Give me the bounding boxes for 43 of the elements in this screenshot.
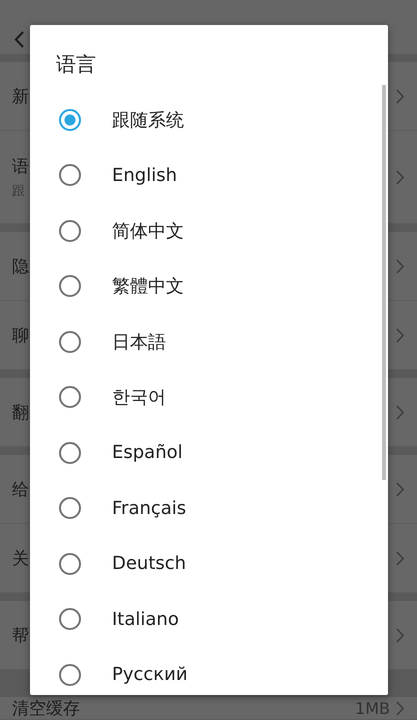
chevron-icon — [396, 258, 405, 274]
chevron-icon — [396, 404, 405, 420]
row-label: 新 — [12, 86, 29, 108]
radio-button[interactable] — [59, 275, 81, 298]
option-label[interactable]: 繁體中文 — [112, 274, 184, 298]
row-label: 隐 — [12, 256, 29, 278]
radio-button[interactable] — [59, 220, 81, 242]
chevron-icon — [396, 700, 405, 716]
option-label[interactable]: 跟随系统 — [112, 108, 184, 132]
radio-button[interactable] — [59, 608, 81, 630]
radio-button[interactable] — [59, 108, 81, 131]
chevron-icon — [396, 170, 405, 184]
row-label: 翻 — [12, 402, 29, 424]
row-label: 清空缓存 — [12, 698, 80, 720]
radio-button[interactable] — [59, 164, 81, 186]
option-label[interactable]: Español — [112, 442, 183, 464]
radio-button[interactable] — [59, 386, 81, 408]
radio-button[interactable] — [59, 442, 81, 464]
radio-button[interactable] — [59, 330, 81, 353]
row-label: 帮 — [12, 624, 29, 646]
radio-button[interactable] — [59, 664, 81, 686]
back-icon[interactable] — [14, 31, 24, 48]
option-label[interactable]: English — [112, 164, 177, 186]
option-label[interactable]: Français — [112, 498, 186, 519]
option-label[interactable]: Русский — [112, 664, 188, 686]
scrollbar[interactable] — [382, 85, 386, 480]
row-label: 关 — [12, 548, 29, 570]
row-label: 给 — [12, 478, 29, 500]
option-label[interactable]: 日本語 — [112, 330, 166, 354]
row-label: 聊 — [12, 324, 29, 346]
chevron-icon — [396, 328, 405, 342]
chevron-icon — [396, 550, 405, 566]
chevron-icon — [396, 628, 405, 642]
radio-button[interactable] — [59, 552, 81, 575]
option-label[interactable]: 简体中文 — [112, 218, 184, 243]
option-label[interactable]: Deutsch — [112, 553, 186, 574]
chevron-icon — [396, 88, 405, 104]
row-label: 语 — [12, 156, 29, 178]
chevron-icon — [396, 482, 405, 496]
radio-button[interactable] — [59, 497, 81, 520]
option-label[interactable]: Italiano — [112, 608, 179, 630]
option-label[interactable]: 한국어 — [112, 385, 166, 410]
dialog-title: 语言 — [55, 51, 97, 78]
